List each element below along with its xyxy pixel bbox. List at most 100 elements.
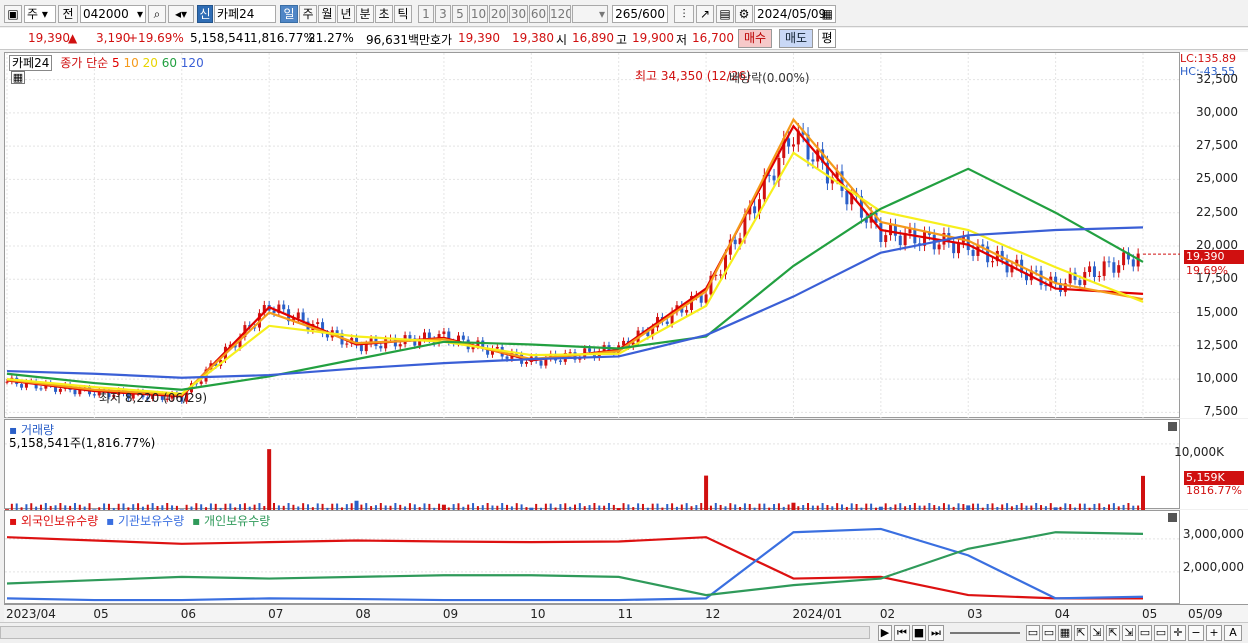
prev-button[interactable]: 전 bbox=[58, 5, 78, 23]
interval-button[interactable]: 5 bbox=[452, 5, 468, 23]
stock-code-input[interactable]: 042000 ▾ bbox=[80, 5, 146, 23]
data-count-field[interactable]: 265/600 bbox=[612, 5, 668, 23]
tool-icon-8[interactable]: ▭ bbox=[1138, 625, 1152, 641]
interval-button[interactable]: 30 bbox=[509, 5, 528, 23]
date-tick: 12 bbox=[705, 607, 721, 621]
stock-name-field[interactable]: 카페24 bbox=[214, 5, 276, 23]
current-pct-tag: 19.69% bbox=[1186, 264, 1228, 277]
legend-ma60[interactable]: 60 bbox=[162, 56, 177, 70]
period-button[interactable]: 초 bbox=[375, 5, 393, 23]
price-y-axis[interactable]: LC:135.89 HC:-43.55 32,500 30,000 27,500 25… bbox=[1180, 52, 1248, 418]
volume-bar-minor bbox=[942, 503, 945, 510]
layout-icon[interactable]: ▣ bbox=[4, 5, 22, 23]
tool-icon-6[interactable]: ⇱ bbox=[1106, 625, 1120, 641]
tool-icon-9[interactable]: ▭ bbox=[1154, 625, 1168, 641]
candle-body bbox=[1078, 280, 1082, 285]
settings-icon[interactable]: ⚙ bbox=[735, 5, 753, 23]
data-count-total: /600 bbox=[638, 7, 665, 21]
candle-body bbox=[1122, 252, 1126, 266]
volume-chart[interactable] bbox=[5, 420, 1181, 510]
legend-ma5[interactable]: 5 bbox=[112, 56, 120, 70]
date-value: 2024/05/09 bbox=[757, 7, 827, 21]
legend-foreign[interactable]: ▪ 외국인보유수량 bbox=[9, 514, 98, 528]
price-chart[interactable] bbox=[5, 53, 1181, 419]
tool-icon-4[interactable]: ⇱ bbox=[1074, 625, 1088, 641]
eval-button[interactable]: 평 bbox=[818, 29, 836, 48]
period-unit-select[interactable]: 주 ▾ bbox=[24, 5, 56, 23]
price-chart-panel[interactable]: 카페24 종가 단순 5 10 20 60 120 ▦ 최고 34,350 (1… bbox=[4, 52, 1181, 419]
rewind-icon[interactable]: ⏮ bbox=[894, 625, 910, 641]
price-tick: 32,500 bbox=[1196, 71, 1238, 86]
table-icon[interactable]: ▦ bbox=[11, 71, 25, 84]
interval-button[interactable]: 10 bbox=[469, 5, 488, 23]
tool-icon-5[interactable]: ⇲ bbox=[1090, 625, 1104, 641]
period-button[interactable]: 틱 bbox=[394, 5, 412, 23]
legend-individual[interactable]: ▪ 개인보유수량 bbox=[192, 514, 270, 528]
volume-bar-minor bbox=[408, 503, 411, 510]
interval-button[interactable]: 3 bbox=[435, 5, 451, 23]
volume-panel-close-icon[interactable] bbox=[1168, 422, 1177, 431]
date-field[interactable]: 2024/05/09 ▦ bbox=[754, 5, 836, 23]
zoom-out-icon[interactable]: − bbox=[1188, 625, 1204, 641]
current-price: 19,390 bbox=[28, 31, 70, 45]
holdings-panel-close-icon[interactable] bbox=[1168, 513, 1177, 522]
volume-bar-minor bbox=[379, 503, 382, 510]
tool-icon-7[interactable]: ⇲ bbox=[1122, 625, 1136, 641]
tool-icon-1[interactable]: ▭ bbox=[1026, 625, 1040, 641]
scroll-right-icon[interactable]: ▶ bbox=[878, 625, 892, 641]
period-button[interactable]: 분 bbox=[356, 5, 374, 23]
volume-bar-minor bbox=[486, 503, 489, 510]
period-button[interactable]: 일 bbox=[280, 5, 298, 23]
candle-body bbox=[1034, 270, 1038, 272]
zoom-in-icon[interactable]: + bbox=[1206, 625, 1222, 641]
bid-price: 19,380 bbox=[512, 31, 554, 45]
period-button[interactable]: 년 bbox=[337, 5, 355, 23]
calendar-icon[interactable]: ▦ bbox=[822, 6, 833, 22]
volume-bar-minor bbox=[137, 503, 140, 510]
volume-bar-minor bbox=[515, 503, 518, 510]
holdings-chart-panel[interactable]: ▪ 외국인보유수량 ▪ 기관보유수량 ▪ 개인보유수량 bbox=[4, 510, 1181, 604]
fast-forward-icon[interactable]: ⏭ bbox=[928, 625, 944, 641]
legend-ma20[interactable]: 20 bbox=[143, 56, 158, 70]
font-size-icon[interactable]: A bbox=[1224, 625, 1242, 641]
candle-type-icon[interactable]: ⫶ bbox=[674, 5, 694, 23]
tool-icon-2[interactable]: ▭ bbox=[1042, 625, 1056, 641]
period-button[interactable]: 주 bbox=[299, 5, 317, 23]
sound-icon[interactable]: ◂▾ bbox=[168, 5, 194, 23]
legend-ma10[interactable]: 10 bbox=[123, 56, 138, 70]
save-icon[interactable]: ▤ bbox=[716, 5, 734, 23]
legend-prefix: 종가 단순 bbox=[60, 56, 109, 70]
draw-tool-icon[interactable]: ↗ bbox=[696, 5, 714, 23]
stop-icon[interactable]: ■ bbox=[912, 625, 926, 641]
custom-interval-select[interactable]: ▾ bbox=[572, 5, 608, 23]
volume-bar-minor bbox=[30, 503, 33, 510]
volume-chart-panel[interactable]: ▪ 거래량 5,158,541주(1,816.77%) bbox=[4, 419, 1181, 510]
price-tick: 25,000 bbox=[1196, 171, 1238, 186]
candle-body bbox=[58, 388, 62, 392]
stock-tag[interactable]: 카페24 bbox=[9, 55, 53, 71]
volume-y-axis[interactable]: 10,000K 5,159K 1816.77% bbox=[1174, 419, 1248, 509]
legend-institution[interactable]: ▪ 기관보유수량 bbox=[106, 514, 184, 528]
volume-bar-minor bbox=[714, 503, 717, 510]
interval-button[interactable]: 60 bbox=[529, 5, 548, 23]
ask-price: 19,390 bbox=[458, 31, 500, 45]
move-icon[interactable]: ✛ bbox=[1170, 625, 1186, 641]
candle-body bbox=[1107, 261, 1111, 263]
sell-button[interactable]: 매도 bbox=[779, 29, 813, 48]
interval-button[interactable]: 120 bbox=[549, 5, 571, 23]
event-annotation: 배당락(0.00%) bbox=[729, 71, 810, 85]
legend-ma120[interactable]: 120 bbox=[181, 56, 204, 70]
interval-button[interactable]: 1 bbox=[418, 5, 434, 23]
period-button[interactable]: 월 bbox=[318, 5, 336, 23]
date-axis[interactable]: 2023/04 05 06 07 08 09 10 11 12 2024/01 02 03 04 05 05… bbox=[4, 604, 1248, 622]
search-icon[interactable]: ⌕ bbox=[148, 5, 166, 23]
trade-value: 96,631백만 bbox=[366, 33, 431, 47]
tool-icon-3[interactable]: ▦ bbox=[1058, 625, 1072, 641]
holdings-y-axis[interactable]: 3,000,000 2,000,000 bbox=[1180, 510, 1248, 604]
volume-bar-minor bbox=[273, 503, 276, 510]
horizontal-scrollbar[interactable] bbox=[0, 626, 870, 639]
candle-body bbox=[539, 360, 543, 366]
interval-button[interactable]: 20 bbox=[489, 5, 508, 23]
buy-button[interactable]: 매수 bbox=[738, 29, 772, 48]
zoom-slider[interactable] bbox=[950, 632, 1020, 634]
